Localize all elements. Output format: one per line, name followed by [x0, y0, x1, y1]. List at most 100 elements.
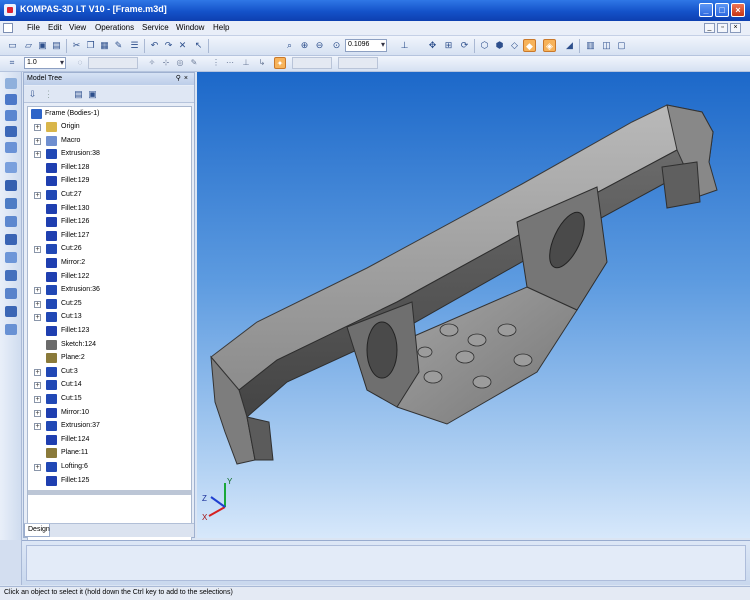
maximize-button[interactable]: □ [715, 3, 729, 17]
tree-item[interactable]: + Cut:13 [28, 311, 191, 324]
tree-view-icon[interactable]: ▣ [86, 88, 99, 101]
view-manager-icon[interactable]: ▢ [615, 39, 628, 52]
zoom-scale-select[interactable]: 0.1096 [345, 39, 387, 52]
save-icon[interactable]: ▣ [36, 39, 49, 52]
copy-icon[interactable]: ❐ [84, 39, 97, 52]
3d-viewport[interactable]: Y X Z [197, 72, 750, 538]
pan-icon[interactable]: ✥ [426, 39, 439, 52]
grid-icon[interactable]: ⌗ [6, 57, 18, 69]
edit-part-icon[interactable] [5, 94, 17, 105]
tree-horizontal-scrollbar[interactable] [28, 490, 191, 495]
mdi-restore-button[interactable]: ▫ [717, 23, 728, 33]
bindings-icon[interactable]: ⋮ [210, 57, 222, 69]
hidden-lines-icon[interactable]: ⬢ [493, 39, 506, 52]
tree-item[interactable]: + Cut:26 [28, 243, 191, 256]
shaded-edges-icon[interactable]: ◈ [543, 39, 556, 52]
sketch-icon[interactable] [5, 142, 17, 153]
rib-icon[interactable] [5, 234, 17, 245]
expand-icon[interactable]: + [34, 409, 41, 417]
minimize-button[interactable]: _ [699, 3, 713, 17]
expand-icon[interactable]: + [34, 300, 41, 308]
align-icon[interactable]: ⋯ [224, 57, 236, 69]
zoom-all-icon[interactable]: ⊞ [442, 39, 455, 52]
hole-icon[interactable] [5, 198, 17, 209]
tree-item[interactable]: Fillet:123 [28, 325, 191, 338]
tree-item[interactable]: Plane:11 [28, 447, 191, 460]
expand-icon[interactable]: + [34, 314, 41, 322]
shell-icon[interactable] [5, 216, 17, 227]
tree-item[interactable]: + Mirror:10 [28, 407, 191, 420]
menu-file[interactable]: File [27, 23, 40, 32]
tree-settings-icon[interactable]: ▤ [72, 88, 85, 101]
zoom-scale-icon[interactable]: ⊙ [330, 39, 343, 52]
wireframe-icon[interactable]: ⬡ [478, 39, 491, 52]
tree-item[interactable]: Sketch:124 [28, 339, 191, 352]
undo-icon[interactable]: ↶ [148, 39, 161, 52]
tree-item[interactable]: Fillet:127 [28, 230, 191, 243]
tree-item[interactable]: + Extrusion:36 [28, 284, 191, 297]
coordinates-icon[interactable]: ⊥ [240, 57, 252, 69]
tree-item[interactable]: Fillet:122 [28, 271, 191, 284]
zoom-out-icon[interactable]: ⊖ [313, 39, 326, 52]
expand-icon[interactable]: + [34, 396, 41, 403]
tree-item[interactable]: Plane:2 [28, 352, 191, 365]
tree-item[interactable]: Fillet:126 [28, 216, 191, 229]
tree-item[interactable]: Fillet:125 [28, 475, 191, 488]
tree-item[interactable]: + Macro [28, 135, 191, 148]
expand-icon[interactable]: + [34, 464, 41, 471]
expand-icon[interactable]: + [34, 382, 41, 390]
local-cs-icon[interactable]: ↳ [256, 57, 268, 69]
kompas-app-icon[interactable] [4, 4, 16, 16]
expand-icon[interactable]: + [34, 137, 41, 145]
scale-select[interactable]: 1.0 [24, 57, 66, 69]
frame-model[interactable]: Y X Z [197, 72, 750, 538]
perspective-icon[interactable]: ◢ [563, 39, 576, 52]
menu-window[interactable]: Window [176, 23, 204, 32]
tree-root[interactable]: Frame (Bodies-1) [28, 108, 191, 121]
menu-help[interactable]: Help [213, 23, 229, 32]
redo-icon[interactable]: ↷ [162, 39, 175, 52]
hidden-thin-icon[interactable]: ◇ [508, 39, 521, 52]
tree-item[interactable]: + Extrusion:38 [28, 148, 191, 161]
expand-icon[interactable]: + [34, 124, 41, 131]
tree-item[interactable]: + Lofting:6 [28, 461, 191, 474]
tree-order-icon[interactable]: ⇩ [26, 88, 39, 101]
new-document-icon[interactable]: ▭ [6, 39, 19, 52]
menu-operations[interactable]: Operations [95, 23, 134, 32]
tree-item[interactable]: Fillet:124 [28, 434, 191, 447]
expand-icon[interactable]: + [34, 423, 41, 431]
mirror-icon[interactable] [5, 270, 17, 281]
paste-icon[interactable]: ▦ [98, 39, 111, 52]
expand-icon[interactable]: + [34, 151, 41, 159]
orthogonal-icon[interactable]: ◎ [174, 57, 186, 69]
chamfer-icon[interactable] [5, 180, 17, 191]
tree-item[interactable]: Fillet:129 [28, 175, 191, 188]
expand-icon[interactable]: + [34, 192, 41, 199]
zoom-window-icon[interactable]: ⌕ [283, 39, 296, 52]
expand-icon[interactable]: + [34, 368, 41, 376]
tab-design[interactable]: Design [24, 524, 50, 537]
tree-item[interactable]: + Origin [28, 121, 191, 134]
library-icon[interactable]: ▥ [584, 39, 597, 52]
tree-item[interactable]: + Cut:25 [28, 298, 191, 311]
tree-item[interactable]: + Extrusion:37 [28, 420, 191, 433]
zoom-in-icon[interactable]: ⊕ [298, 39, 311, 52]
select-icon[interactable] [5, 78, 17, 89]
orientation-icon[interactable]: ⊥ [398, 39, 411, 52]
fillet-icon[interactable] [5, 162, 17, 173]
tree-item[interactable]: Mirror:2 [28, 257, 191, 270]
cut-icon[interactable]: ✂ [70, 39, 83, 52]
rotate-icon[interactable]: ⟳ [458, 39, 471, 52]
document-icon[interactable] [3, 23, 13, 33]
snap-icon[interactable]: ✧ [146, 57, 158, 69]
tree-item[interactable]: + Cut:14 [28, 379, 191, 392]
array-icon[interactable] [5, 252, 17, 263]
object-snap-icon[interactable]: ⊹ [160, 57, 172, 69]
mdi-close-button[interactable]: × [730, 23, 741, 33]
tree-item[interactable]: + Cut:3 [28, 366, 191, 379]
tree-item[interactable]: Fillet:128 [28, 162, 191, 175]
shaded-icon[interactable]: ◆ [523, 39, 536, 52]
menu-edit[interactable]: Edit [48, 23, 62, 32]
properties-icon[interactable]: ☰ [128, 39, 141, 52]
tree-item[interactable]: + Cut:15 [28, 393, 191, 406]
